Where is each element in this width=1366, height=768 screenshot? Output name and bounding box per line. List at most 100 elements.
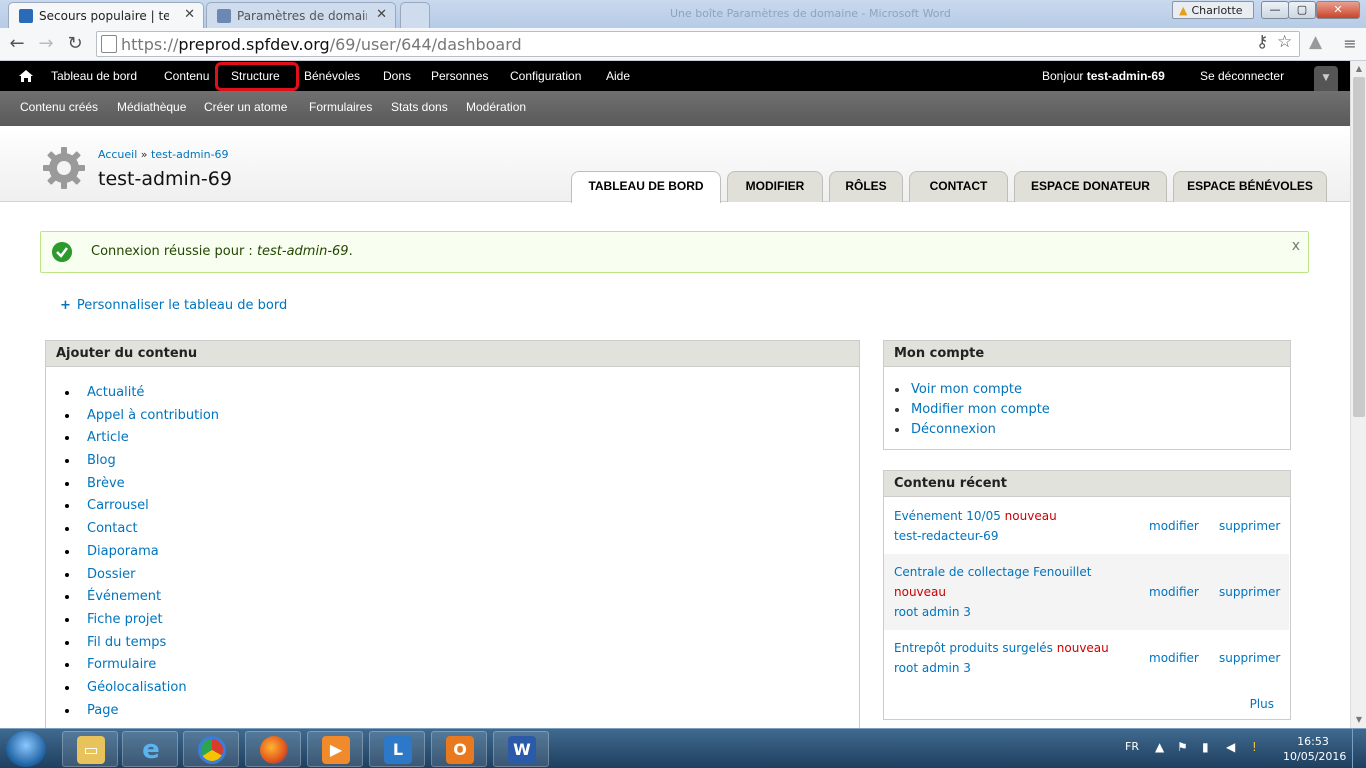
power-icon[interactable]: ▮ bbox=[1202, 740, 1209, 754]
add-content-link[interactable]: Actualité bbox=[87, 385, 144, 400]
recent-author-link[interactable]: root admin 3 bbox=[894, 602, 971, 622]
add-content-link[interactable]: Dossier bbox=[87, 567, 135, 582]
recent-title-link[interactable]: Evénement 10/05 bbox=[894, 509, 1001, 523]
add-content-link[interactable]: Appel à contribution bbox=[87, 408, 219, 423]
add-content-link[interactable]: Diaporama bbox=[87, 544, 159, 559]
admin-menu-personnes[interactable]: Personnes bbox=[431, 61, 488, 91]
minimize-button[interactable]: — bbox=[1261, 1, 1289, 19]
admin-menu-tableau-de-bord[interactable]: Tableau de bord bbox=[51, 61, 137, 91]
home-icon[interactable] bbox=[18, 68, 34, 84]
key-icon[interactable]: ⚷ bbox=[1256, 32, 1268, 52]
admin-toolbar: Tableau de bord Contenu Structure Bénévo… bbox=[0, 61, 1350, 91]
taskbar-firefox-icon[interactable] bbox=[245, 731, 301, 767]
add-content-link[interactable]: Blog bbox=[87, 453, 116, 468]
recent-title-link[interactable]: Entrepôt produits surgelés bbox=[894, 641, 1053, 655]
shortcut-stats-dons[interactable]: Stats dons bbox=[391, 91, 448, 124]
edit-link[interactable]: modifier bbox=[1149, 582, 1199, 602]
close-tab-icon[interactable]: ✕ bbox=[376, 7, 387, 22]
close-window-button[interactable]: ✕ bbox=[1316, 1, 1360, 19]
browser-menu-icon[interactable]: ≡ bbox=[1341, 34, 1359, 54]
bookmark-star-icon[interactable]: ☆ bbox=[1277, 32, 1292, 52]
admin-menu-benevoles[interactable]: Bénévoles bbox=[304, 61, 360, 91]
greeting-username[interactable]: test-admin-69 bbox=[1087, 69, 1165, 83]
more-link[interactable]: Plus bbox=[1250, 697, 1274, 711]
add-content-link[interactable]: Fiche projet bbox=[87, 612, 163, 627]
close-message-button[interactable]: x bbox=[1292, 238, 1300, 254]
recent-author-link[interactable]: root admin 3 bbox=[894, 658, 971, 678]
breadcrumb-home-link[interactable]: Accueil bbox=[98, 148, 137, 161]
new-tab-button[interactable] bbox=[400, 2, 430, 28]
tab-contact[interactable]: Contact bbox=[909, 171, 1008, 202]
admin-menu-configuration[interactable]: Configuration bbox=[510, 61, 581, 91]
logout-account-link[interactable]: Déconnexion bbox=[911, 422, 996, 437]
admin-menu-aide[interactable]: Aide bbox=[606, 61, 630, 91]
tab-secours-populaire[interactable]: Secours populaire | test-a ✕ bbox=[8, 2, 204, 28]
network-icon[interactable]: ! bbox=[1252, 740, 1257, 754]
scroll-thumb[interactable] bbox=[1353, 77, 1365, 417]
taskbar-explorer-icon[interactable]: ▭ bbox=[62, 731, 118, 767]
edit-account-link[interactable]: Modifier mon compte bbox=[911, 402, 1050, 417]
add-content-link[interactable]: Événement bbox=[87, 589, 161, 604]
language-indicator[interactable]: FR bbox=[1125, 740, 1139, 753]
shortcuts-toggle-icon[interactable]: ▼ bbox=[1314, 66, 1338, 91]
view-account-link[interactable]: Voir mon compte bbox=[911, 382, 1022, 397]
taskbar-outlook-icon[interactable]: O bbox=[431, 731, 487, 767]
recent-title-link[interactable]: Centrale de collectage Fenouillet bbox=[894, 565, 1091, 579]
admin-menu-contenu[interactable]: Contenu bbox=[164, 61, 209, 91]
tab-parametres-domaine[interactable]: Paramètres de domaine ✕ bbox=[206, 2, 396, 28]
logout-link[interactable]: Se déconnecter bbox=[1200, 61, 1284, 91]
delete-link[interactable]: supprimer bbox=[1219, 516, 1280, 536]
profile-button[interactable]: ▲ Charlotte bbox=[1172, 1, 1254, 19]
taskbar-chrome-icon[interactable] bbox=[183, 731, 239, 767]
add-content-link[interactable]: Fil du temps bbox=[87, 635, 166, 650]
action-center-flag-icon[interactable]: ⚑ bbox=[1177, 740, 1188, 754]
shortcut-contenu-crees[interactable]: Contenu créés bbox=[20, 91, 98, 124]
taskbar-media-player-icon[interactable]: ▶ bbox=[307, 731, 363, 767]
maximize-button[interactable]: ▢ bbox=[1288, 1, 1316, 19]
add-content-link[interactable]: Brève bbox=[87, 476, 125, 491]
add-content-link[interactable]: Géolocalisation bbox=[87, 680, 187, 695]
forward-button[interactable]: → bbox=[35, 33, 57, 55]
recent-author-link[interactable]: test-redacteur-69 bbox=[894, 526, 998, 546]
close-tab-icon[interactable]: ✕ bbox=[184, 7, 195, 22]
taskbar-word-icon[interactable]: W bbox=[493, 731, 549, 767]
shortcut-mediatheque[interactable]: Médiathèque bbox=[117, 91, 186, 124]
volume-icon[interactable]: ◀ bbox=[1226, 740, 1235, 754]
add-content-link[interactable]: Article bbox=[87, 430, 129, 445]
edit-link[interactable]: modifier bbox=[1149, 516, 1199, 536]
scroll-up-arrow-icon[interactable]: ▲ bbox=[1351, 61, 1366, 77]
edit-link[interactable]: modifier bbox=[1149, 648, 1199, 668]
shortcut-moderation[interactable]: Modération bbox=[466, 91, 526, 124]
tab-espace-donateur[interactable]: Espace donateur bbox=[1014, 171, 1167, 202]
add-content-link[interactable]: Page bbox=[87, 703, 118, 718]
admin-menu-dons[interactable]: Dons bbox=[383, 61, 411, 91]
page-scrollbar[interactable]: ▲ ▼ bbox=[1350, 61, 1366, 728]
tab-roles[interactable]: Rôles bbox=[829, 171, 903, 202]
reload-button[interactable]: ↻ bbox=[64, 33, 86, 55]
back-button[interactable]: ← bbox=[6, 33, 28, 55]
extension-icon[interactable]: ▲ bbox=[1309, 32, 1322, 52]
list-item: Contact bbox=[79, 518, 219, 541]
recent-content-block: Contenu récent Evénement 10/05 nouveau t… bbox=[883, 470, 1291, 720]
tab-tableau-de-bord[interactable]: Tableau de bord bbox=[571, 171, 721, 203]
shortcut-formulaires[interactable]: Formulaires bbox=[309, 91, 372, 124]
delete-link[interactable]: supprimer bbox=[1219, 648, 1280, 668]
system-clock[interactable]: 16:53 10/05/2016 bbox=[1283, 734, 1346, 764]
breadcrumb-current-link[interactable]: test-admin-69 bbox=[151, 148, 229, 161]
personalize-dashboard-link[interactable]: + Personnaliser le tableau de bord bbox=[60, 298, 287, 313]
shortcut-creer-atome[interactable]: Créer un atome bbox=[204, 91, 287, 124]
address-bar[interactable]: https://preprod.spfdev.org/69/user/644/d… bbox=[96, 31, 1300, 57]
taskbar-lync-icon[interactable]: L bbox=[369, 731, 425, 767]
show-desktop-button[interactable] bbox=[1352, 729, 1366, 768]
add-content-link[interactable]: Carrousel bbox=[87, 498, 149, 513]
tab-espace-benevoles[interactable]: Espace bénévoles bbox=[1173, 171, 1327, 202]
start-button-icon[interactable] bbox=[6, 731, 46, 767]
tab-modifier[interactable]: Modifier bbox=[727, 171, 823, 202]
taskbar-internet-explorer-icon[interactable]: e bbox=[122, 731, 178, 767]
scroll-down-arrow-icon[interactable]: ▼ bbox=[1351, 712, 1366, 728]
tray-expand-icon[interactable]: ▲ bbox=[1155, 740, 1164, 754]
add-content-link[interactable]: Contact bbox=[87, 521, 138, 536]
message-prefix: Connexion réussie pour : bbox=[91, 244, 257, 259]
add-content-link[interactable]: Formulaire bbox=[87, 657, 156, 672]
delete-link[interactable]: supprimer bbox=[1219, 582, 1280, 602]
